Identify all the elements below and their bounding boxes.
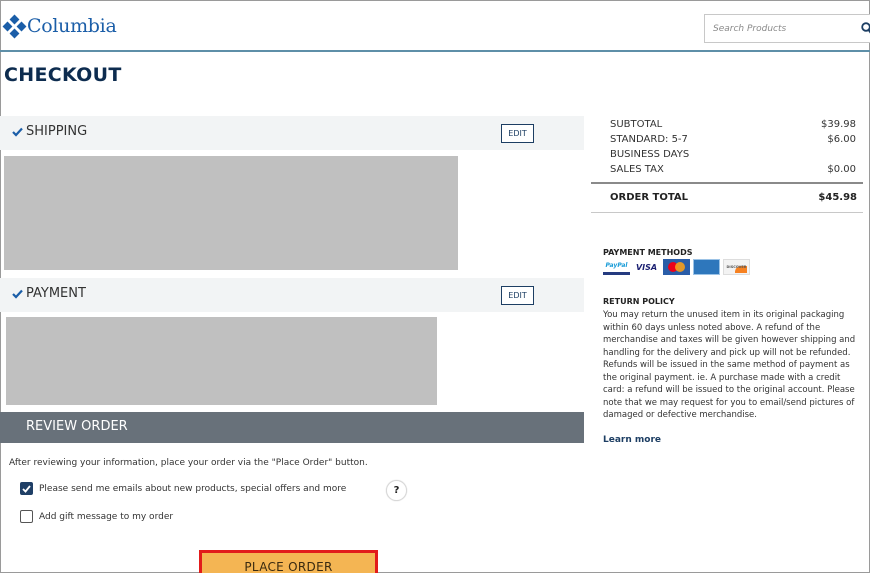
gift-message-checkbox[interactable] <box>20 510 33 523</box>
subtotal-row: SUBTOTAL $39.98 <box>603 117 863 132</box>
page-title: CHECKOUT <box>4 64 122 86</box>
shipping-method-label-2: BUSINESS DAYS <box>610 149 690 160</box>
mastercard-icon <box>663 259 690 275</box>
return-policy-title: RETURN POLICY <box>603 297 675 306</box>
search-input[interactable] <box>713 21 843 37</box>
checkbox-check-icon <box>22 484 31 493</box>
shipping-title-label: SHIPPING <box>26 124 88 139</box>
review-instructions: After reviewing your information, place … <box>9 458 368 468</box>
shipping-method-label: STANDARD: 5-7 <box>610 134 688 145</box>
summary-bottom-divider <box>591 212 863 213</box>
sales-tax-label: SALES TAX <box>610 164 664 175</box>
payment-card-logos: PayPal VISA DISCOVER <box>603 259 750 275</box>
search-box[interactable] <box>704 14 870 43</box>
payment-edit-button[interactable]: EDIT <box>501 286 534 305</box>
sales-tax-row: SALES TAX $0.00 <box>603 162 863 177</box>
help-button[interactable]: ? <box>386 480 407 501</box>
visa-icon: VISA <box>633 259 660 275</box>
learn-more-link[interactable]: Learn more <box>603 435 661 445</box>
gift-message-row[interactable]: Add gift message to my order <box>20 510 173 523</box>
checkmark-icon <box>12 127 23 137</box>
header-divider <box>0 50 870 52</box>
checkmark-icon <box>12 289 23 299</box>
place-order-button[interactable]: PLACE ORDER <box>199 550 378 573</box>
review-order-title: REVIEW ORDER <box>26 419 128 434</box>
sales-tax-value: $0.00 <box>827 164 856 175</box>
payment-title: PAYMENT <box>12 286 86 301</box>
columbia-logo[interactable]: Columbia <box>2 13 117 39</box>
return-policy-text: You may return the unused item in its or… <box>603 310 856 420</box>
payment-title-label: PAYMENT <box>26 286 86 301</box>
amex-icon <box>693 259 720 275</box>
order-summary: SUBTOTAL $39.98 STANDARD: 5-7 $6.00 BUSI… <box>603 117 863 177</box>
search-icon[interactable] <box>861 22 870 36</box>
subtotal-label: SUBTOTAL <box>610 119 663 130</box>
order-total-row: ORDER TOTAL $45.98 <box>603 192 857 203</box>
shipping-method-continued: BUSINESS DAYS <box>603 147 863 162</box>
shipping-cost-row: STANDARD: 5-7 $6.00 <box>603 132 863 147</box>
subtotal-value: $39.98 <box>821 119 856 130</box>
shipping-details-redacted <box>4 156 458 270</box>
discover-icon: DISCOVER <box>723 259 750 275</box>
order-total-value: $45.98 <box>818 192 857 203</box>
logo-text: Columbia <box>27 15 117 37</box>
shipping-section-header: SHIPPING <box>0 116 584 150</box>
gift-message-label: Add gift message to my order <box>39 511 174 522</box>
payment-details-redacted <box>6 317 437 405</box>
payment-section-header: PAYMENT <box>0 278 584 312</box>
email-optin-row[interactable]: Please send me emails about new products… <box>20 482 346 495</box>
email-optin-checkbox[interactable] <box>20 482 33 495</box>
summary-divider <box>591 182 863 184</box>
payment-methods-title: PAYMENT METHODS <box>603 248 693 257</box>
email-optin-label: Please send me emails about new products… <box>39 483 347 494</box>
shipping-title: SHIPPING <box>12 124 87 139</box>
review-order-header: REVIEW ORDER <box>0 412 584 443</box>
order-total-label: ORDER TOTAL <box>610 192 688 203</box>
paypal-icon: PayPal <box>603 259 630 275</box>
shipping-cost-value: $6.00 <box>827 134 856 145</box>
columbia-diamond-icon <box>2 14 27 39</box>
shipping-edit-button[interactable]: EDIT <box>501 124 534 143</box>
